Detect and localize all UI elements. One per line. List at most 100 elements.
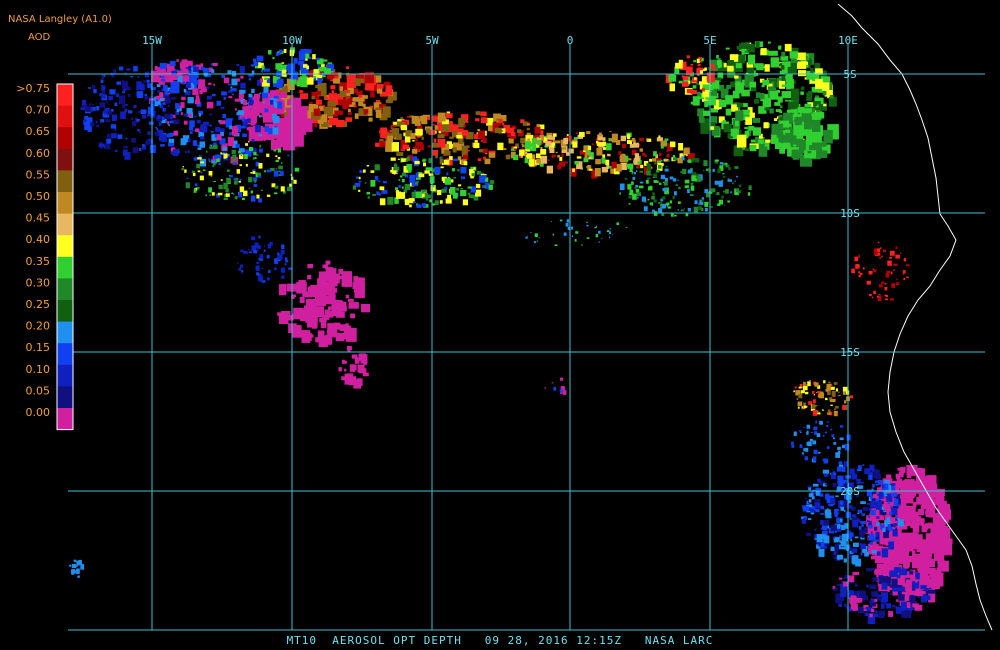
aerosol-pixel bbox=[184, 150, 187, 153]
aerosol-pixel bbox=[879, 492, 884, 499]
aerosol-pixel bbox=[619, 192, 621, 195]
aerosol-pixel bbox=[825, 512, 832, 519]
aerosol-pixel bbox=[579, 131, 585, 137]
aerosol-pixel bbox=[863, 608, 867, 611]
aerosol-pixel bbox=[280, 311, 291, 321]
aerosol-pixel bbox=[274, 258, 278, 264]
aerosol-pixel bbox=[228, 175, 231, 177]
aerosol-pixel bbox=[287, 154, 290, 157]
aerosol-pixel bbox=[211, 94, 216, 97]
aerosol-pixel bbox=[497, 142, 504, 151]
aerosol-pixel bbox=[586, 131, 591, 134]
aerosol-pixel bbox=[441, 124, 450, 133]
aerosol-pixel bbox=[854, 256, 859, 262]
aerosol-pixel bbox=[124, 152, 131, 160]
aerosol-pixel bbox=[810, 68, 814, 73]
aerosol-pixel bbox=[637, 196, 639, 199]
aerosol-pixel bbox=[315, 337, 326, 343]
aerosol-pixel bbox=[273, 149, 277, 152]
aerosol-pixel bbox=[839, 425, 844, 428]
aerosol-pixel bbox=[142, 80, 147, 83]
aerosol-pixel bbox=[626, 134, 631, 139]
aerosol-pixel bbox=[559, 389, 563, 393]
aerosol-pixel bbox=[391, 125, 395, 129]
aerosol-pixel bbox=[258, 110, 262, 113]
aerosol-pixel bbox=[741, 89, 750, 97]
aerosol-pixel bbox=[665, 178, 668, 182]
aerosol-pixel bbox=[451, 168, 455, 172]
aerosol-pixel bbox=[379, 186, 385, 191]
aerosol-pixel bbox=[807, 381, 811, 387]
aerosol-pixel bbox=[266, 277, 270, 281]
aerosol-pixel bbox=[837, 466, 842, 472]
aerosol-pixel bbox=[182, 166, 184, 168]
aerosol-pixel bbox=[220, 128, 225, 132]
aerosol-pixel bbox=[858, 465, 862, 471]
aerosol-pixel bbox=[664, 142, 668, 145]
aerosol-pixel bbox=[727, 65, 734, 72]
aerosol-pixel bbox=[751, 87, 757, 92]
aerosol-pixel bbox=[778, 114, 783, 118]
aerosol-pixel bbox=[708, 76, 715, 82]
aerosol-pixel bbox=[703, 110, 711, 116]
aerosol-pixel bbox=[884, 298, 889, 301]
aerosol-pixel bbox=[285, 260, 289, 263]
aerosol-pixel bbox=[481, 175, 487, 179]
aerosol-pixel bbox=[836, 583, 841, 586]
aerosol-pixel bbox=[715, 192, 717, 195]
aerosol-pixel bbox=[200, 63, 203, 67]
aerosol-pixel bbox=[527, 123, 531, 126]
aerosol-pixel bbox=[686, 55, 690, 59]
aerosol-pixel bbox=[123, 145, 128, 149]
aerosol-pixel bbox=[822, 434, 825, 437]
aerosol-pixel bbox=[197, 144, 200, 147]
aerosol-pixel bbox=[239, 178, 242, 182]
aerosol-pixel bbox=[382, 106, 391, 118]
aerosol-pixel bbox=[912, 603, 919, 608]
aerosol-pixel bbox=[249, 147, 254, 152]
aerosol-pixel bbox=[732, 90, 740, 99]
aerosol-pixel bbox=[666, 150, 669, 153]
aerosol-pixel bbox=[258, 134, 262, 137]
aerosol-pixel bbox=[394, 166, 398, 169]
aerosol-pixel bbox=[122, 81, 129, 89]
aerosol-pixel bbox=[462, 132, 468, 136]
aerosol-pixel bbox=[677, 201, 681, 204]
aerosol-pixel bbox=[697, 206, 702, 210]
aerosol-pixel bbox=[180, 138, 187, 146]
aerosol-pixel bbox=[537, 159, 540, 161]
aerosol-pixel bbox=[694, 200, 698, 205]
aerosol-pixel bbox=[498, 119, 503, 123]
aerosol-pixel bbox=[223, 182, 228, 190]
aerosol-pixel bbox=[368, 117, 373, 122]
latitude-label: 20S bbox=[840, 485, 860, 498]
aerosol-pixel bbox=[411, 149, 418, 154]
aerosol-pixel bbox=[192, 66, 199, 73]
aerosol-pixel bbox=[842, 522, 845, 525]
aerosol-pixel bbox=[463, 161, 468, 166]
aerosol-pixel bbox=[312, 54, 316, 60]
aerosol-pixel bbox=[812, 456, 817, 462]
aerosol-pixel bbox=[586, 166, 590, 168]
aerosol-pixel bbox=[339, 86, 343, 92]
aerosol-pixel bbox=[552, 133, 557, 137]
aerosol-pixel bbox=[393, 173, 396, 175]
aerosol-pixel bbox=[674, 191, 677, 196]
aerosol-pixel bbox=[482, 148, 488, 154]
aerosol-pixel bbox=[359, 90, 363, 94]
aerosol-pixel bbox=[881, 281, 885, 284]
aerosol-pixel bbox=[74, 560, 77, 563]
aerosol-pixel bbox=[903, 565, 909, 569]
aerosol-pixel bbox=[903, 610, 911, 619]
aerosol-pixel bbox=[505, 154, 511, 160]
aerosol-pixel bbox=[780, 65, 785, 70]
aerosol-pixel bbox=[101, 90, 105, 94]
aerosol-pixel bbox=[231, 93, 234, 96]
aerosol-pixel bbox=[873, 269, 877, 273]
aerosol-pixel bbox=[216, 100, 222, 106]
aerosol-pixel bbox=[867, 545, 870, 548]
aerosol-pixel bbox=[800, 390, 805, 394]
aerosol-pixel bbox=[311, 290, 317, 296]
aerosol-pixel bbox=[275, 155, 278, 158]
aerosol-pixel bbox=[903, 277, 906, 281]
